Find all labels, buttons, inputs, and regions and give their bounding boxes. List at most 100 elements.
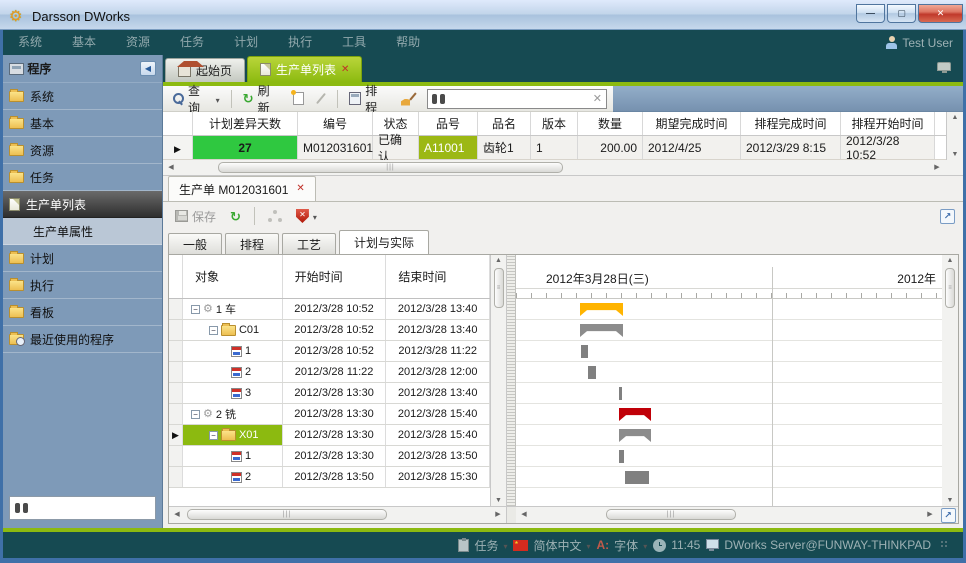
plan-tree-cell[interactable]: 3	[183, 383, 283, 403]
gantt-bar-summary[interactable]	[619, 429, 651, 442]
validate-button[interactable]	[292, 208, 321, 224]
gantt-bar-task[interactable]	[588, 366, 596, 379]
sidebar-item[interactable]: 生产单属性	[3, 218, 162, 245]
menu-item-0[interactable]: 系统	[3, 35, 57, 49]
scroll-thumb[interactable]	[945, 268, 955, 308]
resize-grip[interactable]	[941, 541, 949, 549]
grid-column-header[interactable]: 版本	[531, 112, 578, 135]
clear-filter-icon[interactable]	[593, 92, 602, 105]
grid-cell-version[interactable]: 1	[531, 136, 578, 159]
scroll-thumb[interactable]	[187, 509, 387, 520]
grid-cell-code[interactable]: M012031601	[298, 136, 373, 159]
plan-table-row[interactable]: X012012/3/28 13:302012/3/28 15:40	[169, 425, 490, 446]
sidebar-item[interactable]: 计划	[3, 245, 162, 272]
menu-item-7[interactable]: 帮助	[381, 35, 435, 49]
plan-tree-cell[interactable]: 2	[183, 362, 283, 382]
scroll-up-arrow[interactable]	[952, 114, 959, 121]
save-button[interactable]: 保存	[171, 207, 220, 226]
scroll-thumb[interactable]	[494, 268, 504, 308]
open-external-icon[interactable]	[940, 209, 955, 224]
scroll-thumb[interactable]	[606, 509, 736, 520]
grid-cell-item_name[interactable]: 齿轮1	[478, 136, 531, 159]
gantt-bar-task[interactable]	[581, 345, 588, 358]
tab-排程[interactable]: 排程	[225, 233, 279, 254]
chevron-down-icon[interactable]	[503, 538, 507, 552]
plan-column-header[interactable]: 开始时间	[283, 255, 387, 298]
plan-table-row[interactable]: 22012/3/28 11:222012/3/28 12:00	[169, 362, 490, 383]
plan-tree-cell[interactable]: X01	[183, 425, 283, 445]
sidebar-item[interactable]: 资源	[3, 137, 162, 164]
gantt-bar-task[interactable]	[619, 387, 622, 400]
grid-column-header[interactable]: 排程完成时间	[741, 112, 841, 135]
user-indicator[interactable]: Test User	[886, 36, 963, 50]
clean-button[interactable]	[397, 91, 419, 107]
scroll-thumb[interactable]	[218, 162, 563, 173]
grid-horizontal-scrollbar[interactable]	[163, 160, 963, 176]
expand-view-icon[interactable]	[941, 508, 956, 523]
close-icon[interactable]	[341, 65, 349, 75]
tab-一般[interactable]: 一般	[168, 233, 222, 254]
plan-tree-cell[interactable]: C01	[183, 320, 283, 340]
status-font-selector[interactable]: 字体	[597, 537, 648, 554]
plan-tree-cell[interactable]: 1	[183, 341, 283, 361]
tree-expander-icon[interactable]	[191, 410, 200, 419]
sidebar-item[interactable]: 生产单列表	[3, 191, 162, 218]
plan-table-vertical-scrollbar[interactable]	[491, 255, 507, 506]
grid-cell-sched_finish[interactable]: 2012/3/29 8:15	[741, 136, 841, 159]
gantt-vertical-scrollbar[interactable]	[942, 255, 958, 506]
scroll-up-arrow[interactable]	[495, 257, 502, 264]
grid-column-header[interactable]: 品号	[419, 112, 478, 135]
gantt-bar-task[interactable]	[625, 471, 649, 484]
detail-refresh-button[interactable]	[226, 209, 245, 224]
gantt-horizontal-scrollbar[interactable]	[516, 507, 938, 523]
filter-input[interactable]	[449, 92, 589, 106]
edit-button[interactable]	[312, 91, 330, 106]
sidebar-item[interactable]: 看板	[3, 299, 162, 326]
sidebar-item[interactable]: 任务	[3, 164, 162, 191]
grid-column-header[interactable]: 计划差异天数	[193, 112, 298, 135]
grid-vertical-scrollbar[interactable]	[946, 112, 963, 160]
menu-item-6[interactable]: 工具	[327, 35, 381, 49]
menu-item-3[interactable]: 任务	[165, 35, 219, 49]
tab-计划与实际[interactable]: 计划与实际	[339, 230, 429, 254]
tree-expander-icon[interactable]	[209, 431, 218, 440]
chevron-down-icon[interactable]	[643, 538, 647, 552]
plan-table-row[interactable]: 22012/3/28 13:502012/3/28 15:30	[169, 467, 490, 488]
grid-cell-item_no[interactable]: A11001	[419, 136, 478, 159]
plan-column-header[interactable]: 对象	[183, 255, 283, 298]
tree-expander-icon[interactable]	[209, 326, 218, 335]
plan-column-header[interactable]: 结束时间	[386, 255, 490, 298]
plan-table-row[interactable]: 32012/3/28 13:302012/3/28 13:40	[169, 383, 490, 404]
scroll-down-arrow[interactable]	[947, 497, 954, 504]
chevron-down-icon[interactable]	[216, 92, 220, 106]
splitter-handle[interactable]	[507, 255, 516, 506]
chevron-down-icon[interactable]	[586, 538, 590, 552]
grid-column-header[interactable]: 编号	[298, 112, 373, 135]
grid-column-header[interactable]: 期望完成时间	[643, 112, 741, 135]
menu-item-2[interactable]: 资源	[111, 35, 165, 49]
grid-data-row[interactable]: 27M012031601已确认A11001齿轮11200.002012/4/25…	[163, 136, 963, 160]
gantt-bar-summary[interactable]	[580, 324, 623, 337]
scroll-down-arrow[interactable]	[952, 151, 959, 158]
menu-item-4[interactable]: 计划	[219, 35, 273, 49]
chevron-down-icon[interactable]	[313, 209, 317, 223]
plan-table-row[interactable]: 12012/3/28 13:302012/3/28 13:50	[169, 446, 490, 467]
sidebar-collapse-button[interactable]	[140, 61, 156, 76]
detail-doc-tab[interactable]: 生产单 M012031601	[168, 176, 316, 201]
grid-cell-sched_start[interactable]: 2012/3/28 10:52	[841, 136, 935, 159]
plan-table-row[interactable]: 12012/3/28 10:522012/3/28 11:22	[169, 341, 490, 362]
grid-cell-expect_finish[interactable]: 2012/4/25	[643, 136, 741, 159]
sidebar-item[interactable]: 基本	[3, 110, 162, 137]
maximize-button[interactable]	[887, 4, 916, 23]
minimize-button[interactable]	[856, 4, 885, 23]
menu-item-1[interactable]: 基本	[57, 35, 111, 49]
sidebar-item[interactable]: 最近使用的程序	[3, 326, 162, 353]
pin-icon[interactable]	[937, 62, 951, 71]
grid-cell-status[interactable]: 已确认	[373, 136, 419, 159]
gantt-bar-summary[interactable]	[619, 408, 651, 421]
gantt-bar-task[interactable]	[619, 450, 624, 463]
close-button[interactable]	[918, 4, 963, 23]
filter-box[interactable]	[427, 89, 607, 109]
plan-table-row[interactable]: 2 铣2012/3/28 13:302012/3/28 15:40	[169, 404, 490, 425]
gantt-bar-summary[interactable]	[580, 303, 623, 316]
